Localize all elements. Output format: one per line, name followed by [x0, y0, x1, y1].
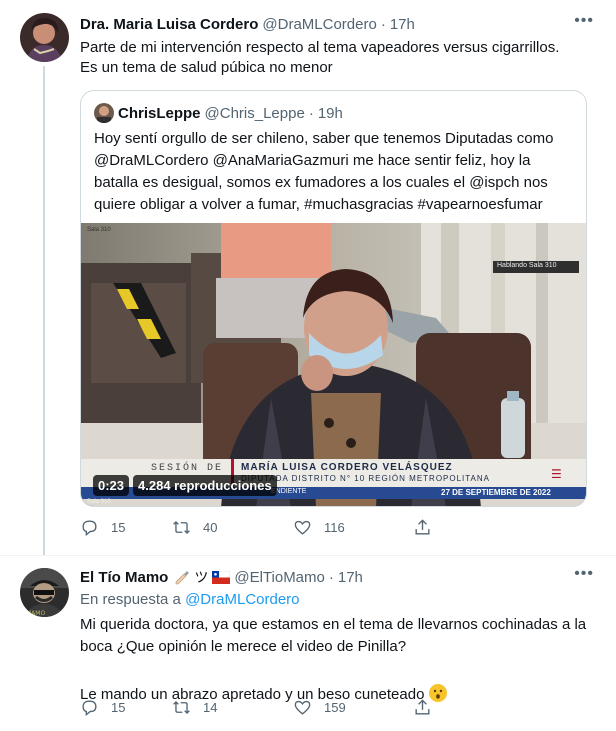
share-button[interactable] [413, 518, 453, 537]
like-count: 159 [324, 700, 346, 715]
author-handle[interactable]: @DraMLCordero [262, 16, 376, 33]
lower-third-name: MARÍA LUISA CORDERO VELÁSQUEZ [241, 462, 453, 473]
chile-flag-icon [212, 570, 231, 584]
share-button[interactable] [413, 698, 453, 717]
like-button[interactable]: 159 [293, 698, 413, 717]
quoted-tweet[interactable]: ChrisLeppe @Chris_Leppe · 19h Hoy sentí … [80, 90, 587, 507]
more-icon[interactable]: ••• [574, 12, 594, 30]
reply-prefix: En respuesta a [80, 591, 181, 608]
retweet-button[interactable]: 40 [172, 518, 293, 537]
like-button[interactable]: 116 [293, 518, 413, 537]
like-icon [294, 520, 311, 535]
tweet-header: El Tío Mamo ツ @ElTioMamo · 17h [80, 567, 596, 587]
tweet-el-tio-mamo[interactable]: MAMO El Tío Mamo ツ @ElTioMamo · 17h ••• … [0, 555, 616, 731]
quote-avatar[interactable] [94, 103, 114, 123]
author-name[interactable]: Dra. Maria Luisa Cordero [80, 16, 258, 33]
share-icon [415, 699, 430, 715]
timestamp[interactable]: 17h [338, 569, 363, 586]
separator-dot: · [380, 15, 386, 33]
video-footer-label: Sala 310 [87, 499, 111, 505]
more-icon[interactable]: ••• [574, 565, 594, 583]
tweet-actions: 15 40 116 [80, 518, 453, 537]
retweet-icon [173, 701, 190, 714]
author-handle[interactable]: @ElTioMamo [234, 569, 325, 586]
video-duration: 0:23 [93, 475, 130, 496]
quote-timestamp[interactable]: 19h [318, 105, 343, 122]
retweet-icon [173, 521, 190, 534]
avatar[interactable]: MAMO [20, 568, 69, 617]
reply-count: 15 [111, 520, 126, 535]
tweet-actions: 15 14 159 [80, 698, 453, 717]
video-views: 4.284 reproducciones [133, 475, 277, 496]
reply-context: En respuesta a @DraMLCordero [80, 591, 596, 608]
reply-button[interactable]: 15 [80, 518, 172, 537]
reply-icon [82, 520, 97, 537]
writing-hand-icon [174, 569, 190, 585]
video-player[interactable]: ☰ Hablando Sala 310 Sala 310 SESIÓN DE M… [81, 223, 586, 506]
reply-handle-link[interactable]: @DraMLCordero [185, 591, 299, 608]
tweet-header: Dra. Maria Luisa Cordero @DraMLCordero ·… [80, 14, 596, 34]
avatar[interactable] [20, 13, 69, 62]
thread-line [43, 66, 45, 555]
avatar-image: MAMO [20, 568, 69, 617]
like-count: 116 [324, 520, 345, 535]
reply-button[interactable]: 15 [80, 698, 172, 717]
svg-text:☰: ☰ [551, 467, 562, 481]
retweet-count: 40 [203, 520, 218, 535]
quote-author-handle[interactable]: @Chris_Leppe [205, 105, 305, 122]
reply-icon [82, 700, 97, 717]
share-icon [415, 519, 430, 535]
video-badges: 0:23 4.284 reproducciones [93, 475, 277, 496]
session-label: SESIÓN DE [151, 463, 224, 474]
timestamp[interactable]: 17h [390, 16, 415, 33]
separator-dot: · [328, 568, 334, 586]
like-icon [294, 700, 311, 715]
tweet-dra-cordero[interactable]: Dra. Maria Luisa Cordero @DraMLCordero ·… [0, 0, 616, 555]
lower-third-role: DIPUTADA DISTRITO N° 10 REGIÓN METROPOLI… [241, 474, 491, 483]
lower-third-date: 27 DE SEPTIEMBRE DE 2022 [441, 488, 551, 497]
quote-author-name[interactable]: ChrisLeppe [118, 105, 201, 122]
tweet-text-paragraph-1: Mi querida doctora, ya que estamos en el… [80, 616, 587, 655]
name-emoji-text: ツ [194, 570, 209, 586]
separator-dot: · [308, 104, 314, 122]
tweet-text: Parte de mi intervención respecto al tem… [80, 39, 560, 76]
svg-text:MAMO: MAMO [26, 610, 45, 617]
quote-text: Hoy sentí orgullo de ser chileno, saber … [94, 130, 554, 213]
retweet-button[interactable]: 14 [172, 698, 293, 717]
reply-count: 15 [111, 700, 126, 715]
video-corner-label: Sala 310 [87, 227, 111, 233]
quote-header: ChrisLeppe @Chris_Leppe · 19h [94, 103, 343, 123]
room-sign: Hablando Sala 310 [497, 262, 557, 269]
retweet-count: 14 [203, 700, 218, 715]
avatar-image [20, 13, 69, 62]
author-name[interactable]: El Tío Mamo [80, 569, 168, 586]
